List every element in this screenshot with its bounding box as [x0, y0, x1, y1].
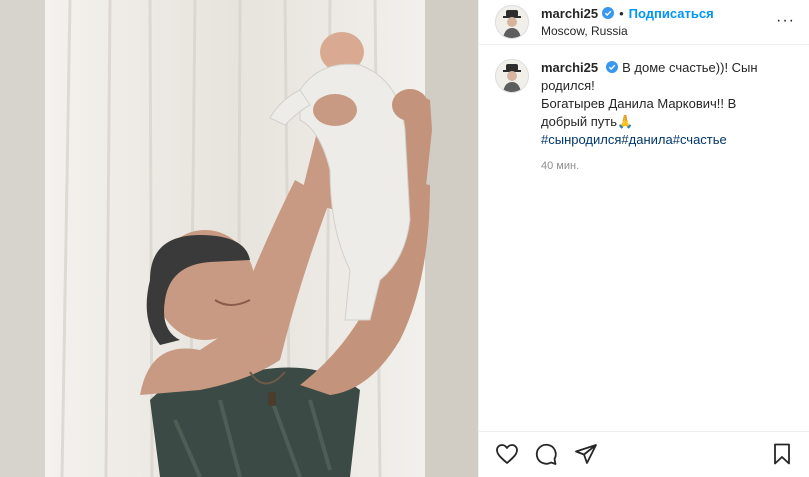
verified-badge-icon — [606, 61, 619, 73]
paper-plane-icon[interactable] — [574, 442, 598, 466]
avatar-image — [496, 60, 528, 92]
instagram-post: marchi25 • Подписаться Moscow, Russia ··… — [0, 0, 809, 477]
caption-avatar[interactable] — [495, 59, 529, 93]
caption-username-link[interactable]: marchi25 — [541, 60, 598, 75]
comment-icon[interactable] — [534, 442, 558, 466]
caption-text: marchi25 В доме счастье))! Сын родился! Б… — [541, 59, 781, 149]
hashtag-link[interactable]: #данила — [621, 132, 672, 147]
post-header: marchi25 • Подписаться Moscow, Russia ··… — [479, 0, 809, 45]
more-options-button[interactable]: ··· — [776, 12, 795, 30]
post-photo[interactable] — [0, 0, 478, 477]
post-side-panel: marchi25 • Подписаться Moscow, Russia ··… — [478, 0, 809, 477]
header-text: marchi25 • Подписаться Moscow, Russia — [541, 6, 714, 39]
verified-badge-icon — [602, 7, 615, 20]
location-link[interactable]: Moscow, Russia — [541, 24, 714, 38]
post-time: 40 мин. — [541, 160, 580, 172]
action-bar — [479, 431, 809, 477]
caption-body: marchi25 В доме счастье))! Сын родился! Б… — [541, 59, 781, 175]
header-row: marchi25 • Подписаться — [541, 6, 714, 22]
heart-icon[interactable] — [495, 442, 519, 466]
caption-line-2: Богатырев Данила Маркович!! В добрый пут… — [541, 96, 737, 129]
hashtag-link[interactable]: #сынродился — [541, 132, 621, 147]
avatar-image — [496, 6, 528, 38]
photo-illustration — [0, 0, 478, 477]
follow-button[interactable]: Подписаться — [629, 6, 714, 22]
separator-dot: • — [619, 5, 624, 21]
username-link[interactable]: marchi25 — [541, 6, 598, 22]
hashtag-link[interactable]: #счастье — [673, 132, 727, 147]
avatar[interactable] — [495, 5, 529, 39]
bookmark-icon[interactable] — [770, 442, 794, 466]
caption: marchi25 В доме счастье))! Сын родился! Б… — [479, 45, 809, 175]
